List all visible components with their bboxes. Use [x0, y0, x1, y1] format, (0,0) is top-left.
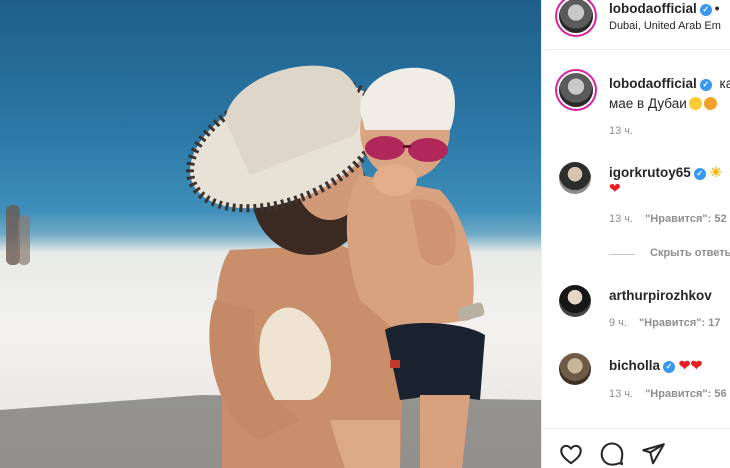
comment-likes[interactable]: "Нравится": 17 — [639, 317, 720, 329]
star-struck-emoji-icon — [703, 97, 717, 110]
comment-likes[interactable]: "Нравится": 52 — [645, 213, 726, 225]
comment-meta: 13 ч. "Нравится": 56 — [609, 388, 730, 400]
red-heart-emoji-icon: ❤ — [609, 180, 621, 196]
caption-timestamp[interactable]: 13 ч. — [609, 125, 633, 137]
replies-divider — [609, 254, 635, 255]
comment-username-text[interactable]: igorkrutoy65 — [609, 165, 691, 180]
verified-badge-icon: ✓ — [663, 361, 676, 373]
heart-outline-icon[interactable] — [558, 441, 584, 467]
author-username[interactable]: lobodaofficial ✓ • — [609, 1, 719, 16]
grinning-face-emoji-icon — [688, 97, 702, 110]
post-location[interactable]: Dubai, United Arab Em — [609, 20, 721, 32]
verified-badge-icon: ✓ — [699, 79, 712, 91]
comment-text: ❤ — [609, 180, 621, 197]
comment-username[interactable]: igorkrutoy65 ✓ ☀ — [609, 164, 722, 181]
beach-photo-illustration — [0, 65, 541, 468]
comment-meta: 9 ч. "Нравится": 17 — [609, 317, 730, 329]
red-heart-emoji-icon: ❤ — [690, 357, 703, 373]
post-header: lobodaofficial ✓ • Dubai, United Arab Em — [542, 0, 730, 50]
comment-timestamp[interactable]: 13 ч. — [609, 213, 633, 225]
author-avatar[interactable] — [559, 0, 593, 33]
separator-dot: • — [714, 1, 720, 16]
verified-badge-icon: ✓ — [693, 168, 706, 180]
caption-avatar[interactable] — [559, 73, 593, 107]
comment-username-text[interactable]: arthurpirozhkov — [609, 288, 712, 303]
caption-text-line2: мае в Дубаи — [609, 96, 717, 111]
comment-username[interactable]: bicholla ✓ ❤❤ — [609, 357, 702, 374]
speech-bubble-icon[interactable] — [599, 441, 625, 467]
caption-username-text[interactable]: lobodaofficial — [609, 76, 697, 91]
post-photo[interactable] — [0, 0, 541, 468]
comment-avatar[interactable] — [559, 162, 591, 194]
comment-meta: 13 ч. "Нравится": 52 — [609, 213, 730, 225]
sun-emoji-icon: ☀ — [709, 164, 723, 180]
post-action-bar — [542, 428, 730, 468]
comment-username[interactable]: arthurpirozhkov — [609, 288, 712, 303]
hide-replies-button[interactable]: Скрыть ответы — [650, 247, 730, 259]
comment-avatar[interactable] — [559, 285, 591, 317]
comment-username-text[interactable]: bicholla — [609, 358, 660, 373]
caption-text-line1: ка — [719, 76, 730, 91]
caption-text-line2-content: мае в Дубаи — [609, 96, 687, 111]
comment-avatar[interactable] — [559, 353, 591, 385]
author-username-text[interactable]: lobodaofficial — [609, 1, 697, 16]
red-heart-emoji-icon: ❤ — [678, 357, 691, 373]
caption-username[interactable]: lobodaofficial✓ ка — [609, 76, 730, 91]
paper-plane-icon[interactable] — [640, 441, 666, 467]
comment-timestamp[interactable]: 13 ч. — [609, 388, 633, 400]
verified-badge-icon: ✓ — [699, 4, 712, 16]
comment-timestamp[interactable]: 9 ч. — [609, 317, 627, 329]
comments-panel: lobodaofficial ✓ • Dubai, United Arab Em l… — [541, 0, 730, 468]
comment-likes[interactable]: "Нравится": 56 — [645, 388, 726, 400]
